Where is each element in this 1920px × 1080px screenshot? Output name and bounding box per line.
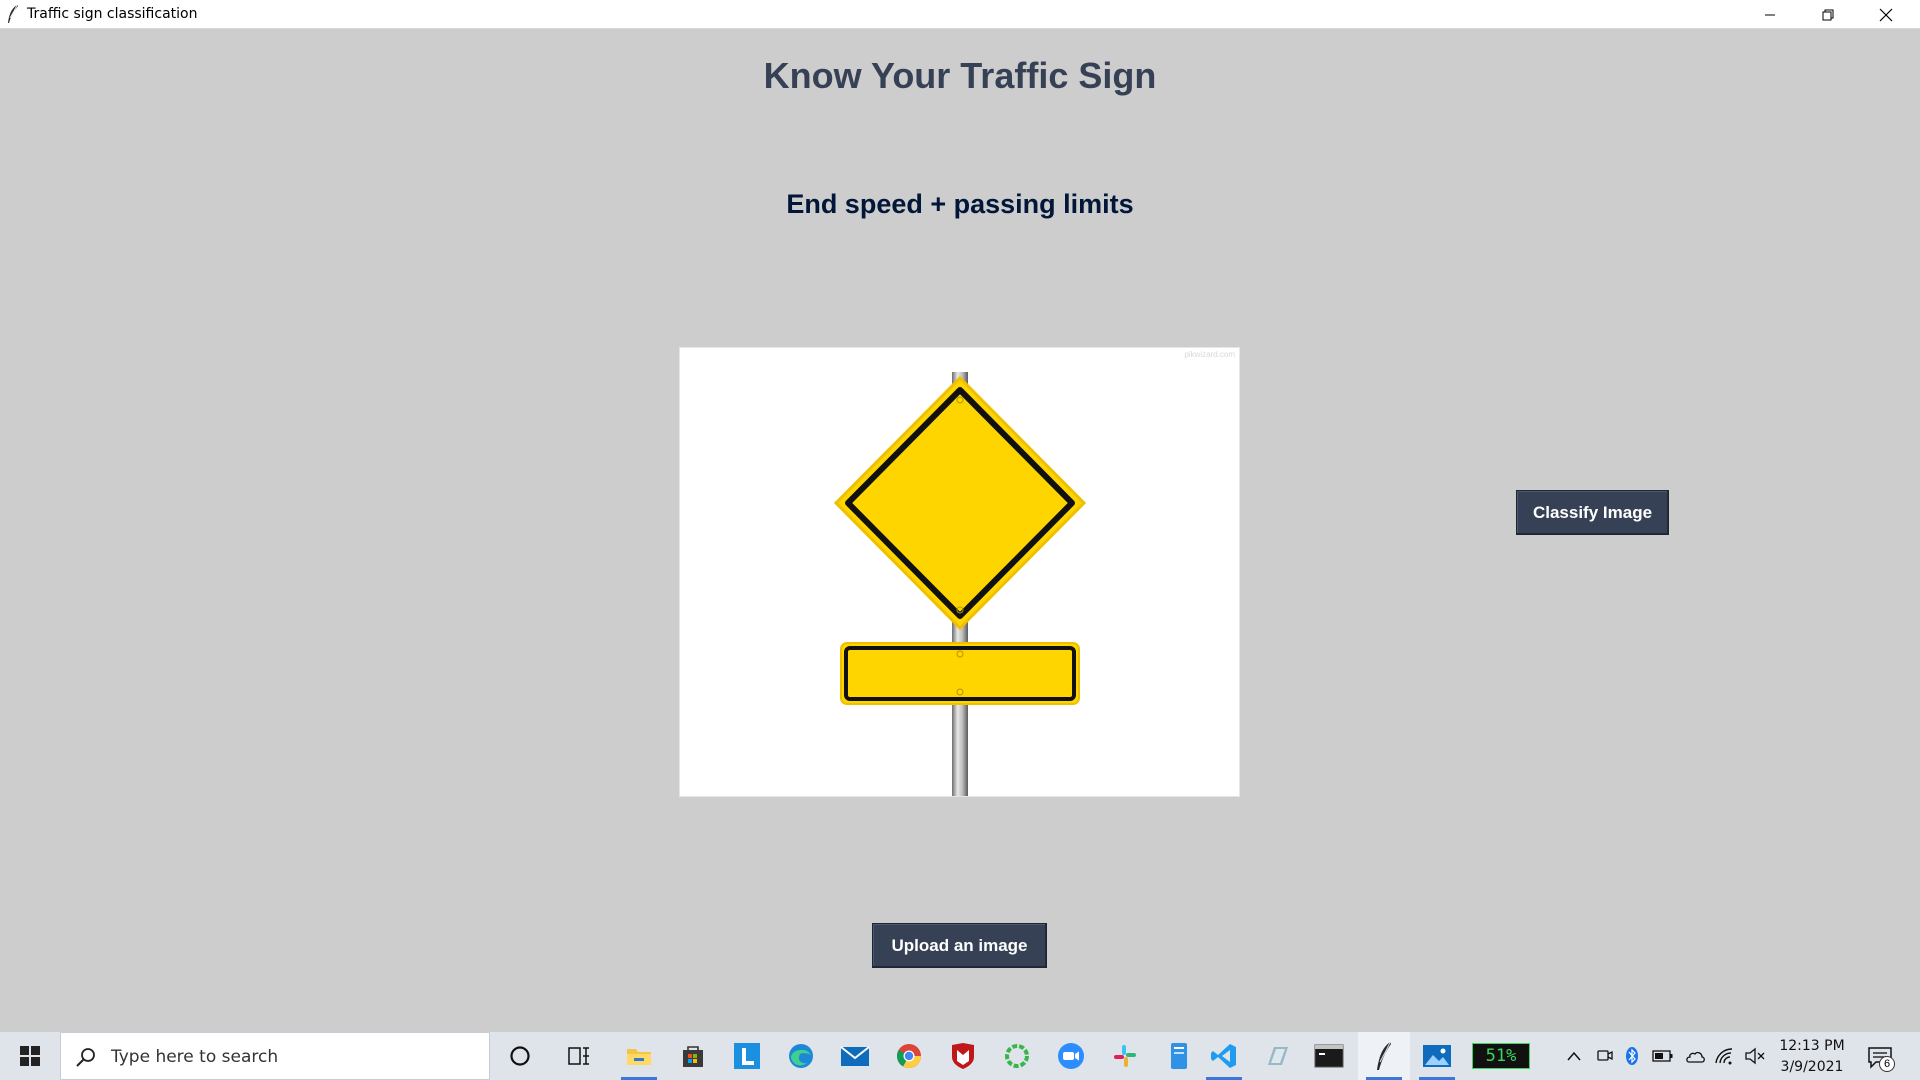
clock-date: 3/9/2021	[1780, 1059, 1844, 1075]
chrome-button[interactable]	[883, 1032, 935, 1080]
restore-icon	[1822, 9, 1834, 20]
image-watermark: pikwizard.com	[1184, 350, 1235, 359]
start-button[interactable]	[0, 1032, 60, 1080]
terminal-icon	[1314, 1044, 1344, 1068]
battery-icon[interactable]	[1652, 1049, 1674, 1063]
volume-muted-icon[interactable]	[1744, 1047, 1766, 1065]
cortana-icon	[510, 1046, 530, 1066]
close-button[interactable]	[1857, 0, 1915, 29]
edge-button[interactable]	[775, 1032, 827, 1080]
notepad-icon	[1171, 1043, 1187, 1069]
zoom-button[interactable]	[1045, 1032, 1097, 1080]
clock-time: 12:13 PM	[1779, 1038, 1845, 1054]
feather-app-icon	[8, 4, 18, 23]
search-placeholder: Type here to search	[111, 1047, 279, 1067]
l-app-button[interactable]	[721, 1032, 773, 1080]
file-explorer-button[interactable]	[613, 1032, 665, 1080]
search-icon	[76, 1048, 95, 1067]
python-feather-icon	[1377, 1041, 1391, 1070]
loading-ring-icon	[1005, 1044, 1029, 1068]
store-icon	[683, 1046, 703, 1067]
uploaded-sign-image: pikwizard.com	[679, 347, 1240, 797]
windows-logo-icon	[20, 1046, 40, 1066]
file-explorer-icon	[627, 1049, 651, 1065]
classification-result-label: End speed + passing limits	[786, 189, 1134, 219]
python-app-button[interactable]	[1358, 1032, 1410, 1080]
restore-button[interactable]	[1799, 0, 1857, 29]
edge-icon	[789, 1044, 813, 1068]
mail-icon	[840, 1046, 870, 1066]
app-client-area: Know Your Traffic Sign End speed + passi…	[0, 29, 1920, 1031]
taskbar-search-box[interactable]: Type here to search	[60, 1032, 490, 1080]
upload-image-button[interactable]: Upload an image	[872, 923, 1047, 968]
cortana-button[interactable]	[494, 1032, 546, 1080]
pen-app-icon	[1268, 1047, 1288, 1065]
mail-button[interactable]	[829, 1032, 881, 1080]
classify-image-button[interactable]: Classify Image	[1516, 490, 1669, 535]
window-title: Traffic sign classification	[27, 6, 198, 22]
notification-count-badge: 6	[1879, 1056, 1895, 1072]
bluetooth-icon[interactable]	[1625, 1046, 1639, 1066]
terminal-button[interactable]	[1303, 1032, 1355, 1080]
chrome-icon	[896, 1044, 921, 1069]
traffic-sign-illustration	[833, 372, 1087, 796]
windows-taskbar: Type here to search 51% 12:13 PM 3/9/202…	[0, 1031, 1920, 1080]
window-titlebar: Traffic sign classification	[0, 0, 1920, 29]
mcafee-icon	[952, 1043, 974, 1069]
close-icon	[1879, 8, 1893, 21]
onedrive-cloud-icon[interactable]	[1684, 1048, 1706, 1064]
store-button[interactable]	[667, 1032, 719, 1080]
slack-button[interactable]	[1099, 1032, 1151, 1080]
photos-icon	[1423, 1045, 1451, 1067]
meet-now-icon[interactable]	[1596, 1046, 1614, 1066]
pen-app-button[interactable]	[1252, 1032, 1304, 1080]
task-view-button[interactable]	[553, 1032, 605, 1080]
vscode-button[interactable]	[1198, 1032, 1250, 1080]
taskbar-clock[interactable]: 12:13 PM 3/9/2021	[1775, 1036, 1849, 1078]
wifi-icon[interactable]	[1714, 1047, 1734, 1065]
task-view-icon	[568, 1047, 589, 1065]
zoom-icon	[1058, 1043, 1084, 1069]
page-title: Know Your Traffic Sign	[763, 55, 1157, 96]
minimize-button[interactable]	[1741, 0, 1799, 29]
chevron-up-icon[interactable]	[1566, 1049, 1582, 1063]
battery-percent-badge[interactable]: 51%	[1472, 1043, 1530, 1069]
slack-icon	[1114, 1045, 1136, 1067]
mcafee-button[interactable]	[937, 1032, 989, 1080]
ring-app-button[interactable]	[991, 1032, 1043, 1080]
minimize-icon	[1765, 14, 1775, 15]
l-app-icon	[734, 1043, 760, 1069]
vscode-icon	[1211, 1044, 1236, 1068]
photos-button[interactable]	[1411, 1032, 1463, 1080]
